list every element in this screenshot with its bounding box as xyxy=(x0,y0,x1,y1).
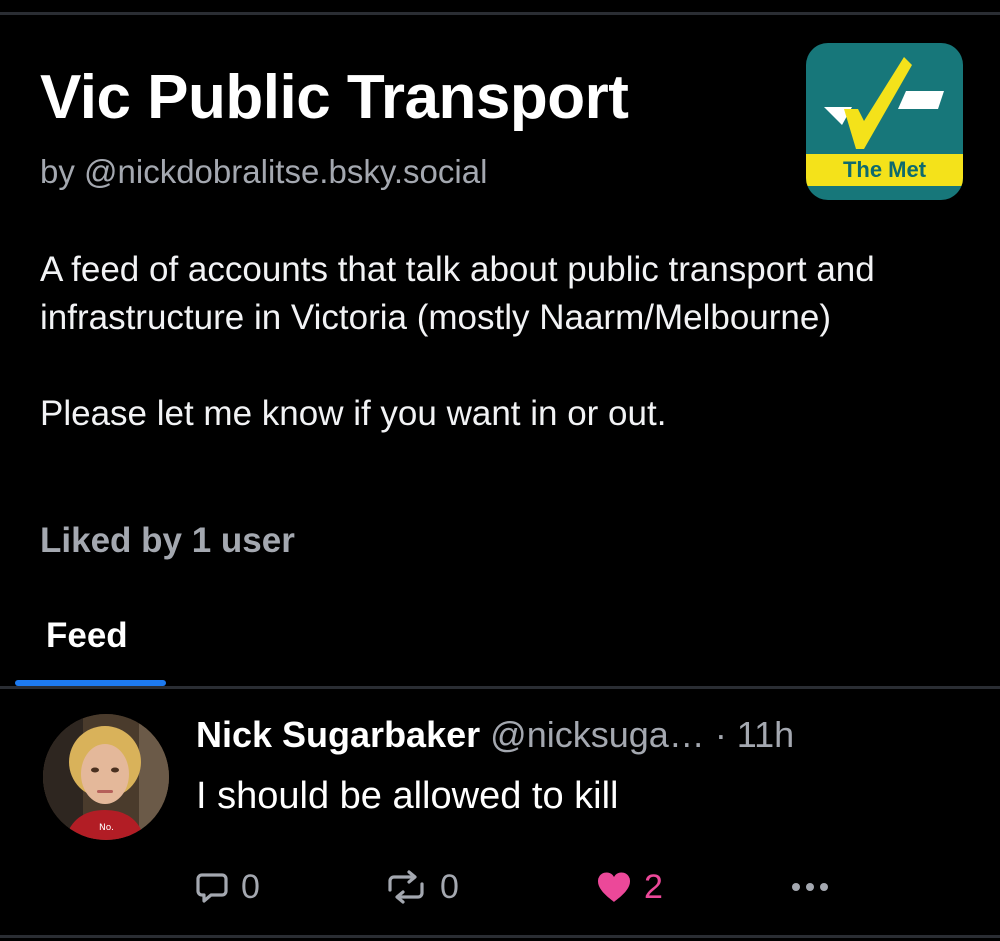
top-divider xyxy=(0,12,1000,15)
post-author-name[interactable]: Nick Sugarbaker xyxy=(196,714,480,755)
repost-icon xyxy=(388,870,424,904)
tab-feed-label: Feed xyxy=(46,616,128,655)
feed-post[interactable]: No. Nick Sugarbaker @nicksuga… · 11h I s… xyxy=(0,689,1000,935)
avatar-caption: No. xyxy=(99,823,114,833)
like-count: 2 xyxy=(644,867,663,906)
more-options-button[interactable] xyxy=(790,865,830,909)
liked-by-link[interactable]: Liked by 1 user xyxy=(40,518,295,564)
reply-button[interactable]: 0 xyxy=(195,865,260,909)
reply-count: 0 xyxy=(241,867,260,906)
repost-button[interactable]: 0 xyxy=(384,865,459,909)
feed-avatar[interactable]: The Met xyxy=(806,43,963,200)
feed-title: Vic Public Transport xyxy=(40,63,629,132)
the-met-label: The Met xyxy=(806,154,963,186)
avatar-photo-icon: No. xyxy=(43,714,169,840)
feed-author-handle[interactable]: by @nickdobralitse.bsky.social xyxy=(40,150,487,194)
repost-count: 0 xyxy=(440,867,459,906)
description-paragraph: Please let me know if you want in or out… xyxy=(40,394,667,433)
bottom-divider xyxy=(0,935,1000,938)
post-text: I should be allowed to kill xyxy=(196,775,619,817)
avatar[interactable]: No. xyxy=(43,714,169,840)
feed-description: A feed of accounts that talk about publi… xyxy=(40,246,940,438)
like-button[interactable]: 2 xyxy=(596,865,663,909)
reply-icon xyxy=(196,873,228,903)
tab-feed[interactable]: Feed xyxy=(15,604,166,686)
post-header: Nick Sugarbaker @nicksuga… · 11h xyxy=(196,711,794,759)
ellipsis-icon xyxy=(792,883,828,891)
heart-icon xyxy=(597,872,631,902)
post-author-handle[interactable]: @nicksuga… xyxy=(490,714,705,755)
description-paragraph: A feed of accounts that talk about publi… xyxy=(40,250,875,337)
post-timestamp[interactable]: · 11h xyxy=(715,714,794,755)
